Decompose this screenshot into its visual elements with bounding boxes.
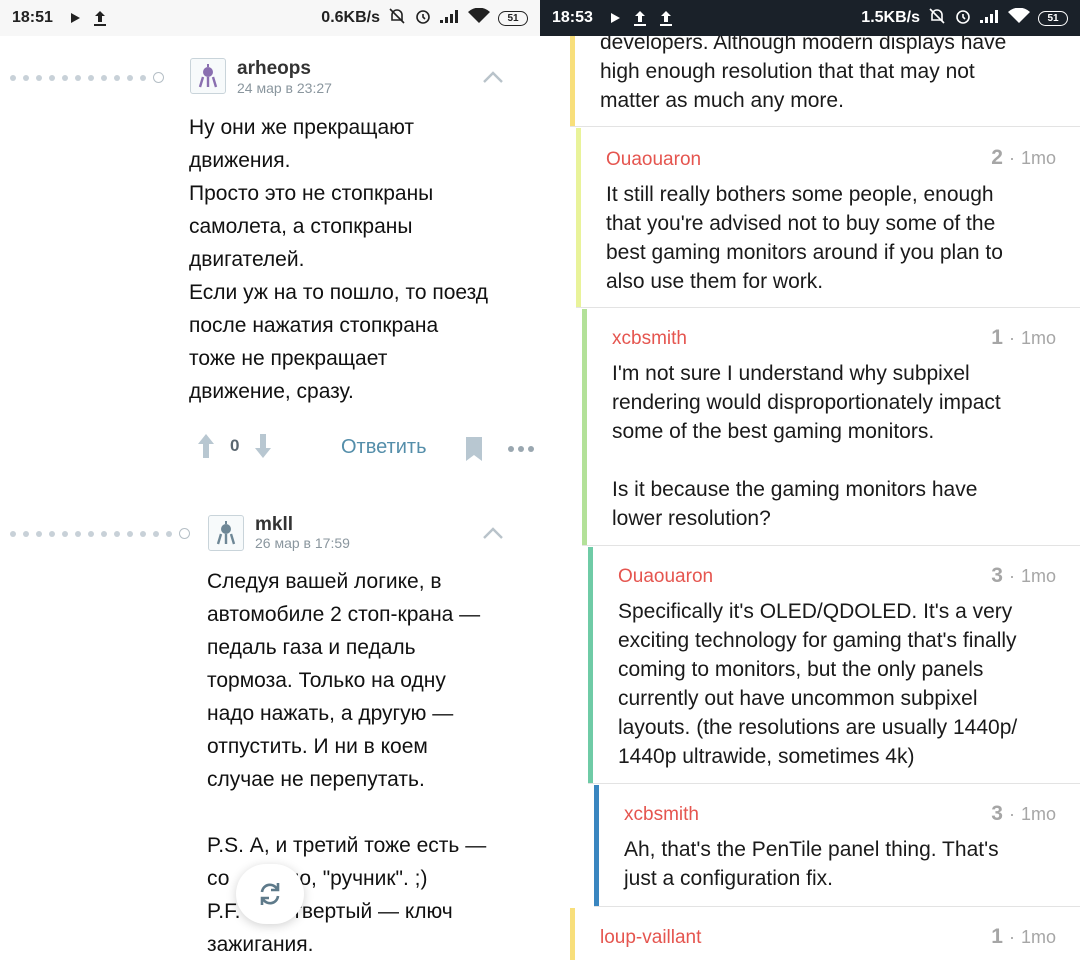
comment-votes: 2 xyxy=(991,146,1003,169)
play-icon xyxy=(609,12,621,24)
comment-body: Ah, that's the PenTile panel thing. That… xyxy=(624,838,999,890)
comment-author[interactable]: loup-vaillant xyxy=(600,927,701,949)
comment-score: 0 xyxy=(230,436,240,455)
network-speed: 0.6KB/s xyxy=(321,9,380,26)
wifi-icon xyxy=(1008,7,1030,29)
comment[interactable]: xcbsmith 1 · 1mo I'm not sure I understa… xyxy=(582,309,1080,546)
comment-author[interactable]: Ouaouaron xyxy=(618,566,713,588)
upload-icon xyxy=(659,10,673,26)
thread-depth-bar xyxy=(570,908,575,960)
comment-age: 1mo xyxy=(1020,566,1056,586)
comment-votes: 1 xyxy=(991,925,1003,948)
status-time: 18:51 xyxy=(12,9,53,26)
comment-author[interactable]: xcbsmith xyxy=(612,328,687,350)
collapse-chevron-icon[interactable] xyxy=(482,70,504,84)
upload-icon xyxy=(633,10,647,26)
comment-body: developers. Although modern displays hav… xyxy=(600,31,1007,112)
thread-depth-indicator xyxy=(10,528,190,539)
signal-icon xyxy=(980,9,1000,28)
right-screen: developers. Although modern displays hav… xyxy=(540,0,1080,960)
comment-meta: 2 · 1mo xyxy=(991,146,1056,169)
status-bar: 18:53 1.5KB/s 51 xyxy=(540,0,1080,36)
comment-age: 1mo xyxy=(1020,927,1056,947)
status-time: 18:53 xyxy=(552,9,593,26)
avatar[interactable] xyxy=(190,58,226,94)
thread-depth-bar xyxy=(594,785,599,906)
comment[interactable]: Ouaouaron 3 · 1mo Specifically it's OLED… xyxy=(588,547,1080,784)
comment-meta: 3 · 1mo xyxy=(991,802,1056,825)
thread-depth-indicator xyxy=(10,72,164,83)
comment-meta: 3 · 1mo xyxy=(991,564,1056,587)
comment-author[interactable]: mkll xyxy=(255,514,293,536)
mute-icon xyxy=(388,7,406,30)
signal-icon xyxy=(440,9,460,28)
thread-depth-bar xyxy=(576,128,581,307)
avatar[interactable] xyxy=(208,515,244,551)
comment[interactable]: xcbsmith 3 · 1mo Ah, that's the PenTile … xyxy=(594,785,1080,907)
upload-icon xyxy=(93,10,107,26)
comment-age: 1mo xyxy=(1020,148,1056,168)
reply-button[interactable]: Ответить xyxy=(341,436,427,459)
comment[interactable]: Ouaouaron 2 · 1mo It still really bother… xyxy=(576,128,1080,308)
comment-votes: 3 xyxy=(991,564,1003,587)
battery-icon: 51 xyxy=(1038,10,1068,26)
alarm-icon xyxy=(414,7,432,30)
downvote-arrow-icon[interactable] xyxy=(253,432,273,460)
comment-body: It still really bothers some people, eno… xyxy=(606,183,1003,293)
vote-controls: 0 xyxy=(196,432,273,460)
comment[interactable]: loup-vaillant 1 · 1mo xyxy=(570,908,1080,960)
bookmark-icon[interactable] xyxy=(464,436,484,462)
comment-date: 24 мар в 23:27 xyxy=(237,80,332,96)
thread-depth-bar xyxy=(588,547,593,783)
collapse-chevron-icon[interactable] xyxy=(482,526,504,540)
comment-body: Ну они же прекращают движения. Просто эт… xyxy=(189,116,489,403)
network-speed: 1.5KB/s xyxy=(861,9,920,26)
thread-depth-bar xyxy=(582,309,587,545)
play-icon xyxy=(69,12,81,24)
more-options-icon[interactable] xyxy=(508,446,534,452)
mute-icon xyxy=(928,7,946,30)
comment-body: Specifically it's OLED/QDOLED. It's a ve… xyxy=(618,600,1018,768)
comment-votes: 1 xyxy=(991,326,1003,349)
comment-meta: 1 · 1mo xyxy=(991,925,1056,948)
status-bar: 18:51 0.6KB/s 51 xyxy=(0,0,540,36)
comment-votes: 3 xyxy=(991,802,1003,825)
alarm-icon xyxy=(954,7,972,30)
comment-body: I'm not sure I understand why subpixel r… xyxy=(612,362,1001,530)
wifi-icon xyxy=(468,7,490,29)
comment-author[interactable]: arheops xyxy=(237,58,311,80)
comment-author[interactable]: Ouaouaron xyxy=(606,149,701,171)
robot-avatar-icon xyxy=(198,64,218,88)
left-screen: 18:51 0.6KB/s 51 arheops 24 мар в 23:27 … xyxy=(0,0,540,960)
comment-meta: 1 · 1mo xyxy=(991,326,1056,349)
robot-avatar-icon xyxy=(216,521,236,545)
battery-icon: 51 xyxy=(498,10,528,26)
comment-age: 1mo xyxy=(1020,328,1056,348)
comment-author[interactable]: xcbsmith xyxy=(624,804,699,826)
comment-date: 26 мар в 17:59 xyxy=(255,535,350,551)
comment-age: 1mo xyxy=(1020,804,1056,824)
upvote-arrow-icon[interactable] xyxy=(196,432,216,460)
refresh-button[interactable] xyxy=(236,864,304,924)
refresh-icon xyxy=(260,883,280,905)
